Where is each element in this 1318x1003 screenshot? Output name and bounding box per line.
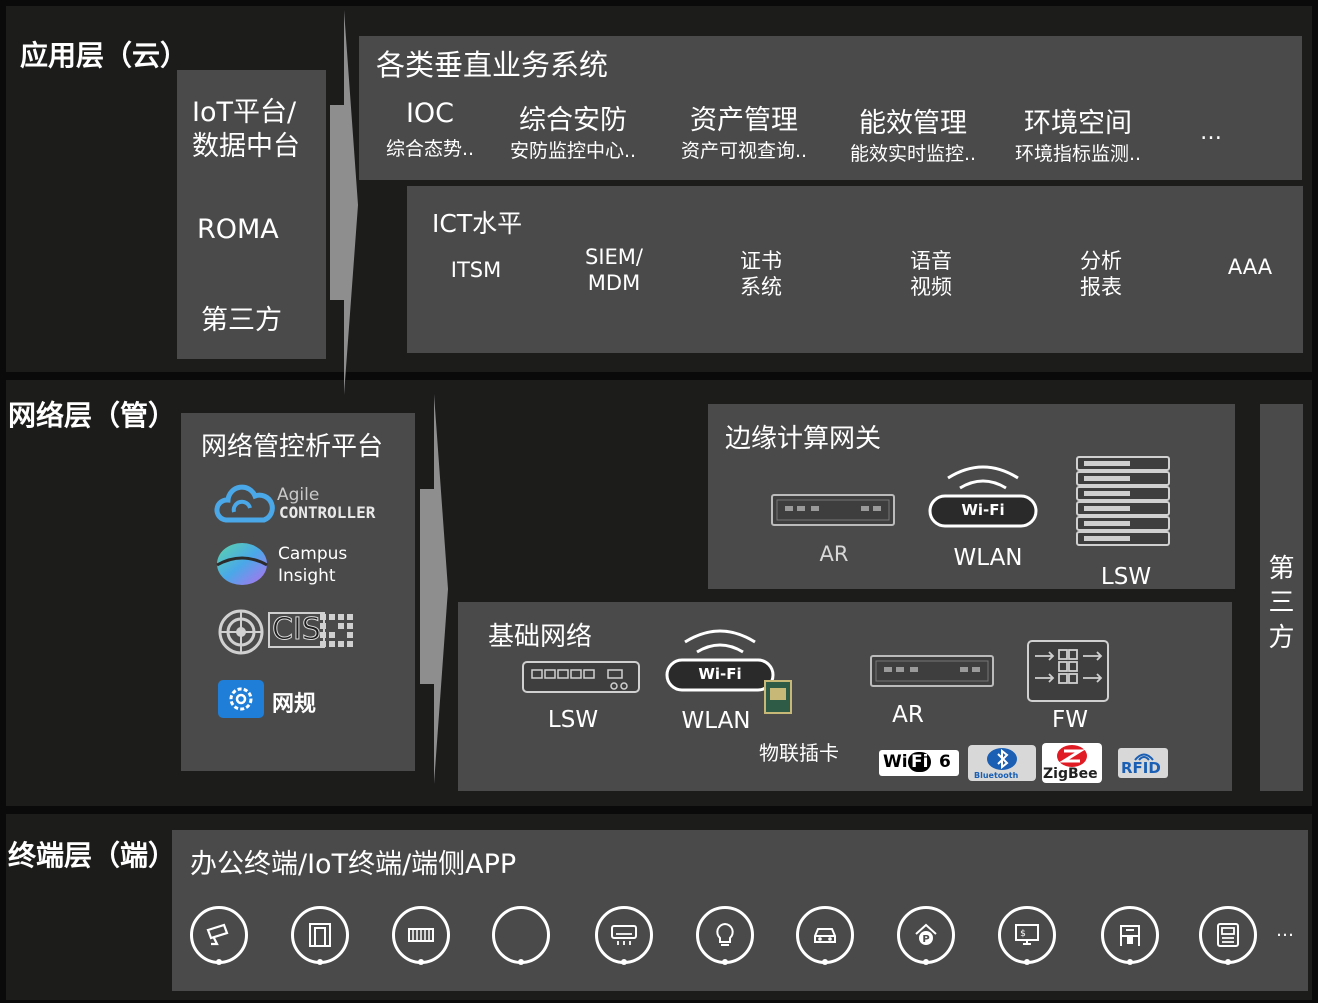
camera-icon: [190, 906, 248, 965]
wifi6-wi: Wi: [883, 752, 908, 772]
base-lsw-label: LSW: [547, 707, 599, 733]
door-icon: [291, 906, 349, 965]
base-ar-router-icon: [870, 655, 994, 687]
svg-text:P: P: [922, 934, 929, 945]
edge-lsw-switch-stack-icon: [1076, 456, 1170, 546]
agile-label: Agile: [277, 485, 320, 505]
edge-ar-router-icon: [771, 494, 895, 526]
term-layer-title: 终端层（端）: [8, 839, 177, 872]
zigbee-logo: ZigBee: [1042, 743, 1102, 783]
base-network-title: 基础网络: [488, 622, 593, 652]
wifi6-fi: Fi: [908, 752, 932, 772]
net-arrow: [420, 394, 448, 784]
ict-item-siem-l1: SIEM/: [585, 245, 643, 269]
roma-label: ROMA: [197, 214, 279, 245]
network-mgmt-title: 网络管控析平台: [201, 432, 384, 462]
app-layer-title: 应用层（云）: [20, 39, 189, 72]
access-gate-icon: [1101, 906, 1159, 965]
third-party-label: 第三方: [201, 305, 282, 336]
base-wlan-label: WLAN: [681, 708, 751, 734]
vertical-item-security-sub: 安防监控中心..: [509, 140, 637, 162]
edge-wlan-ap-icon: [928, 465, 1038, 528]
ict-item-cert-l2: 系统: [740, 275, 782, 299]
insight-label: Insight: [278, 566, 336, 586]
ict-item-report-l2: 报表: [1080, 275, 1122, 299]
vertical-item-asset-name: 资产管理: [690, 105, 798, 136]
ict-horizontal-box: [407, 186, 1303, 353]
edge-wlan-label: WLAN: [953, 545, 1023, 571]
ict-item-siem-l2: MDM: [587, 271, 641, 295]
controller-label: CONTROLLER: [279, 503, 376, 522]
payment-terminal-icon: $: [998, 906, 1056, 965]
vertical-item-ioc-sub: 综合态势..: [385, 138, 475, 160]
bluetooth-icon: [987, 748, 1017, 770]
vertical-item-energy-sub: 能效实时监控..: [849, 143, 977, 165]
parking-icon: P: [897, 906, 955, 965]
light-bulb-icon: [696, 906, 754, 965]
terminal-more: …: [1276, 920, 1294, 941]
campus-label: Campus: [278, 544, 348, 564]
zigbee-label: ZigBee: [1043, 766, 1098, 782]
car-icon: [796, 906, 854, 965]
campus-insight-icon: [216, 543, 268, 585]
vertical-systems-title: 各类垂直业务系统: [376, 48, 609, 82]
rfid-logo: RFID: [1118, 748, 1168, 778]
iot-platform-line2: 数据中台: [192, 131, 300, 162]
fence-icon: [392, 906, 450, 965]
ring-icon: [492, 906, 550, 965]
agile-controller-cloud-icon: [214, 484, 275, 523]
ict-item-itsm: ITSM: [450, 258, 502, 282]
meter-icon: [1199, 906, 1257, 965]
base-ar-label: AR: [892, 702, 924, 728]
net-third-char2: 三: [1268, 588, 1295, 618]
vertical-item-ioc-name: IOC: [405, 98, 455, 129]
wifi6-logo: Wi Fi 6: [879, 750, 959, 776]
zigbee-icon: [1057, 745, 1087, 767]
network-planning-label: 网规: [272, 692, 317, 717]
network-planning-gear-icon: [218, 680, 264, 718]
wifi6-6: 6: [939, 752, 951, 772]
bluetooth-label: Bluetooth: [974, 771, 1019, 780]
net-third-char3: 方: [1268, 623, 1295, 653]
base-fw-firewall-icon: [1027, 640, 1109, 702]
cis-radar-icon: [218, 609, 264, 655]
net-third-char1: 第: [1268, 554, 1295, 584]
base-wifi-label: Wi-Fi: [698, 665, 742, 683]
svg-text:$: $: [1020, 929, 1026, 939]
base-lsw-switch-icon: [522, 661, 640, 693]
air-conditioner-icon: [595, 906, 653, 965]
iot-card-chip-icon: [764, 680, 792, 714]
iot-card-label: 物联插卡: [759, 741, 839, 765]
cis-label: CIS: [268, 612, 325, 648]
edge-gateway-title: 边缘计算网关: [725, 424, 882, 454]
net-layer-title: 网络层（管）: [8, 399, 177, 432]
edge-lsw-label: LSW: [1100, 564, 1152, 590]
vertical-item-energy-name: 能效管理: [859, 108, 967, 139]
rfid-label: RFID: [1121, 759, 1161, 777]
vertical-item-environment-sub: 环境指标监测..: [1014, 143, 1142, 165]
edge-ar-label: AR: [819, 542, 849, 566]
edge-wifi-label: Wi-Fi: [961, 501, 1005, 519]
ict-item-voice-l2: 视频: [910, 275, 952, 299]
vertical-more: …: [1200, 120, 1222, 145]
terminal-box-title: 办公终端/IoT终端/端侧APP: [190, 849, 517, 880]
ict-item-aaa: AAA: [1227, 255, 1273, 279]
vertical-item-security-name: 综合安防: [519, 105, 627, 136]
cis-grid-icon: [320, 614, 353, 647]
app-arrow: [330, 10, 358, 395]
base-fw-label: FW: [1052, 707, 1088, 733]
bluetooth-logo: Bluetooth: [968, 745, 1036, 781]
vertical-item-environment-name: 环境空间: [1024, 108, 1132, 139]
base-wlan-ap-icon: [665, 629, 775, 692]
ict-title: ICT水平: [432, 209, 523, 238]
vertical-item-asset-sub: 资产可视查询..: [680, 140, 808, 162]
